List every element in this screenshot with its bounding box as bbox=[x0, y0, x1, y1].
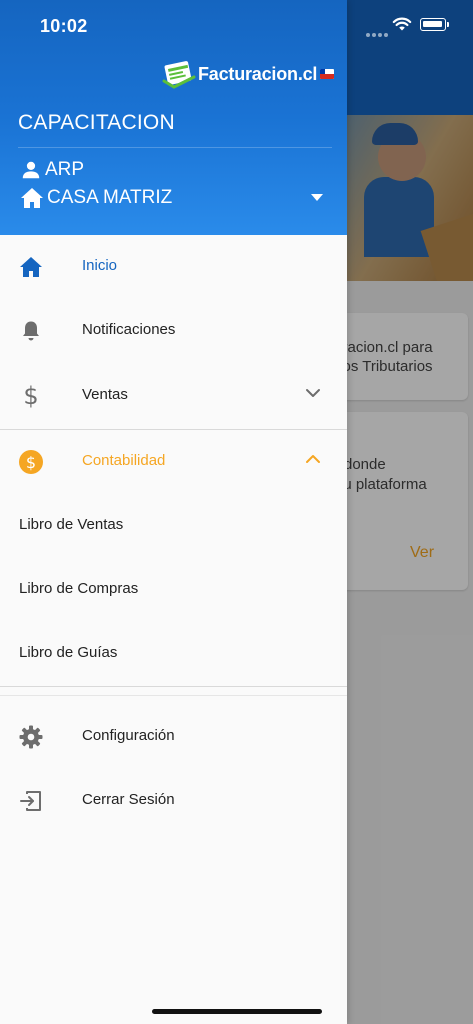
chile-flag-icon bbox=[320, 69, 335, 79]
submenu-item-libro-compras[interactable]: Libro de Compras bbox=[0, 558, 347, 622]
home-icon bbox=[18, 254, 44, 280]
person-icon bbox=[22, 161, 40, 179]
drawer-header: 10:02 Facturacion.cl CAPACITACION ARP CA… bbox=[0, 0, 347, 235]
submenu-item-label: Libro de Compras bbox=[19, 580, 139, 597]
header-divider bbox=[18, 147, 332, 148]
user-row: ARP bbox=[20, 158, 84, 182]
submenu-item-label: Libro de Guías bbox=[19, 644, 118, 661]
home-icon bbox=[21, 188, 43, 208]
menu-item-configuracion[interactable]: Configuración bbox=[0, 705, 347, 769]
bell-icon bbox=[18, 318, 44, 344]
facturacion-logo: Facturacion.cl bbox=[162, 58, 335, 90]
user-name: ARP bbox=[45, 159, 85, 180]
caret-down-icon bbox=[311, 194, 323, 201]
menu-item-label: Configuración bbox=[82, 727, 175, 744]
menu-item-cerrar-sesion[interactable]: Cerrar Sesión bbox=[0, 769, 347, 833]
logo-text: Facturacion.cl bbox=[198, 63, 318, 84]
menu-item-inicio[interactable]: Inicio bbox=[0, 235, 347, 299]
menu-divider bbox=[0, 695, 347, 696]
submenu-item-libro-guias[interactable]: Libro de Guías bbox=[0, 622, 347, 686]
menu-divider bbox=[0, 686, 347, 687]
menu-item-notificaciones[interactable]: Notificaciones bbox=[0, 299, 347, 363]
menu-item-ventas[interactable]: $ Ventas bbox=[0, 364, 347, 428]
battery-icon bbox=[420, 18, 449, 31]
gear-icon bbox=[18, 724, 44, 750]
menu-item-label: Notificaciones bbox=[82, 321, 176, 338]
logout-icon bbox=[18, 788, 44, 814]
logo-invoice-icon bbox=[162, 59, 196, 89]
chevron-up-icon bbox=[306, 455, 320, 463]
dollar-icon: $ bbox=[23, 382, 39, 410]
branch-selector[interactable]: CASA MATRIZ bbox=[20, 185, 330, 211]
submenu-item-label: Libro de Ventas bbox=[19, 516, 124, 533]
signal-icon bbox=[366, 24, 390, 42]
svg-text:$: $ bbox=[26, 453, 36, 472]
wifi-icon bbox=[392, 17, 412, 31]
menu-item-contabilidad[interactable]: $ Contabilidad bbox=[0, 430, 347, 494]
branch-name: CASA MATRIZ bbox=[47, 187, 173, 208]
company-name: CAPACITACION bbox=[18, 111, 175, 134]
menu-item-label: Inicio bbox=[82, 257, 118, 274]
coin-icon: $ bbox=[18, 449, 44, 475]
menu-item-label: Ventas bbox=[82, 386, 128, 403]
status-time: 10:02 bbox=[40, 16, 88, 36]
navigation-drawer: 10:02 Facturacion.cl CAPACITACION ARP CA… bbox=[0, 0, 347, 1024]
chevron-down-icon bbox=[306, 389, 320, 397]
status-icons bbox=[362, 14, 462, 38]
submenu-item-libro-ventas[interactable]: Libro de Ventas bbox=[0, 494, 347, 558]
menu-item-label: Cerrar Sesión bbox=[82, 791, 175, 808]
menu-item-label: Contabilidad bbox=[82, 452, 166, 469]
home-indicator[interactable] bbox=[152, 1009, 322, 1014]
